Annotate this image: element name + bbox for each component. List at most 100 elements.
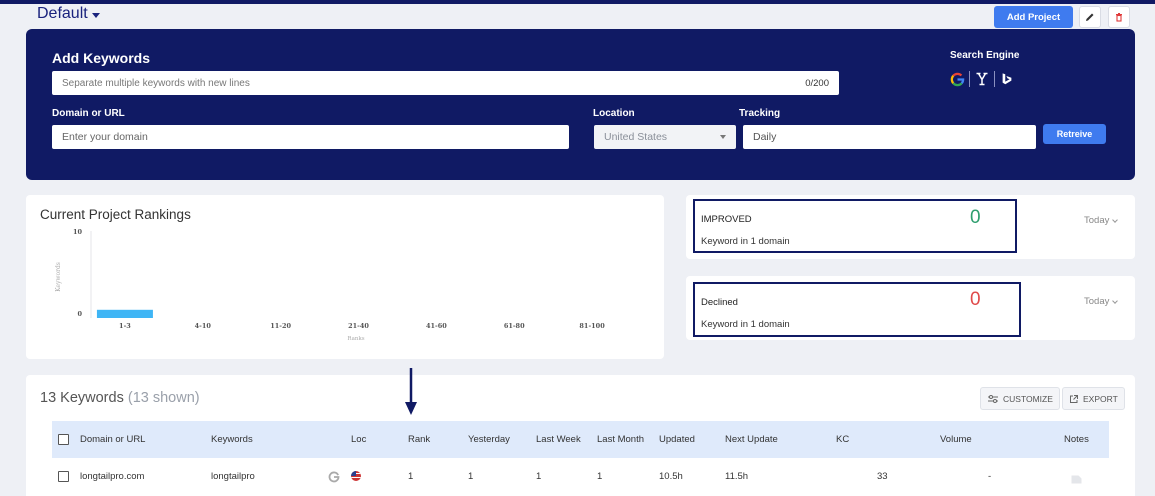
col-volume[interactable]: Volume (940, 434, 972, 445)
y-tick-label: 0 (77, 310, 82, 318)
location-value: United States (604, 131, 668, 143)
domain-label: Domain or URL (52, 108, 125, 119)
row-volume: - (988, 471, 992, 482)
x-tick-label: 11-20 (270, 322, 291, 330)
keywords-count-label: 13 Keywords (40, 390, 124, 406)
col-last-week[interactable]: Last Week (536, 434, 581, 445)
x-tick-label: 4-10 (195, 322, 212, 330)
rankings-chart: 10 0 Keywords 1-3 4-10 11-20 21-40 41-60 61-80 81… (55, 228, 605, 342)
declined-value: 0 (970, 289, 981, 310)
export-button[interactable]: EXPORT (1062, 387, 1125, 410)
chevron-down-icon (720, 135, 726, 139)
col-notes[interactable]: Notes (1064, 434, 1089, 445)
x-axis-label: Ranks (347, 336, 364, 342)
table-header: Domain or URL Keywords Loc Rank Yesterda… (52, 421, 1109, 458)
keywords-counter: 0/200 (805, 77, 829, 89)
y-axis-label: Keywords (55, 262, 62, 292)
google-icon (328, 470, 340, 488)
add-project-button[interactable]: Add Project (994, 6, 1073, 28)
trash-icon (1116, 13, 1122, 22)
bing-icon[interactable] (997, 69, 1017, 89)
x-tick-label: 21-40 (348, 322, 369, 330)
col-rank[interactable]: Rank (408, 434, 430, 445)
row-last-week: 1 (536, 471, 542, 482)
separator (969, 71, 970, 87)
keywords-shown-label: (13 shown) (127, 390, 200, 406)
note-icon[interactable] (1071, 471, 1082, 489)
domain-placeholder: Enter your domain (62, 131, 148, 143)
declined-period-dropdown[interactable]: Today (1084, 296, 1119, 307)
declined-subtitle: Keyword in 1 domain (701, 319, 790, 330)
col-last-month[interactable]: Last Month (597, 434, 644, 445)
location-select[interactable]: United States (594, 125, 736, 149)
x-tick-label: 61-80 (504, 322, 525, 330)
row-keyword[interactable]: longtailpro (211, 471, 255, 482)
declined-period: Today (1084, 296, 1110, 307)
row-next-update: 11.5h (725, 471, 749, 482)
row-last-month: 1 (597, 471, 603, 482)
bar (96, 309, 153, 318)
add-keywords-panel: Add Keywords Separate multiple keywords … (26, 29, 1135, 180)
x-tick-label: 1-3 (119, 322, 131, 330)
row-checkbox[interactable] (58, 471, 69, 482)
keywords-card: 13 Keywords (13 shown) CUSTOMIZE EXPORT … (26, 375, 1135, 496)
improved-period: Today (1084, 215, 1110, 226)
edit-project-button[interactable] (1079, 6, 1101, 28)
export-label: EXPORT (1083, 393, 1118, 404)
chevron-down-icon (91, 13, 100, 18)
location-label: Location (593, 108, 635, 119)
row-domain[interactable]: longtailpro.com (80, 471, 144, 482)
improved-label: IMPROVED (701, 214, 752, 225)
x-tick-label: 81-100 (579, 322, 605, 330)
chevron-down-icon (1112, 216, 1119, 223)
keywords-input[interactable]: Separate multiple keywords with new line… (52, 71, 839, 95)
delete-project-button[interactable] (1108, 6, 1130, 28)
declined-label: Declined (701, 297, 738, 308)
keywords-placeholder: Separate multiple keywords with new line… (62, 77, 250, 89)
x-tick-label: 41-60 (426, 322, 447, 330)
yahoo-icon[interactable] (972, 69, 992, 89)
tracking-value: Daily (753, 131, 777, 143)
search-engine-picker (947, 69, 1017, 89)
improved-value: 0 (970, 207, 981, 228)
add-keywords-title: Add Keywords (52, 50, 151, 66)
col-domain[interactable]: Domain or URL (80, 434, 145, 445)
google-icon[interactable] (947, 69, 967, 89)
us-flag-icon (351, 471, 361, 481)
declined-card: Declined 0 Keyword in 1 domain Today (686, 276, 1135, 340)
table-row: longtailpro.com longtailpro 1 1 1 1 10.5… (52, 461, 1109, 491)
col-loc[interactable]: Loc (351, 434, 366, 445)
domain-input[interactable]: Enter your domain (52, 125, 569, 149)
col-next-update[interactable]: Next Update (725, 434, 778, 445)
top-bar (0, 0, 1155, 4)
pencil-icon (1086, 13, 1094, 21)
improved-subtitle: Keyword in 1 domain (701, 236, 790, 247)
col-updated[interactable]: Updated (659, 434, 695, 445)
improved-period-dropdown[interactable]: Today (1084, 215, 1119, 226)
declined-box: Declined 0 Keyword in 1 domain (693, 282, 1021, 337)
tracking-select[interactable]: Daily (743, 125, 1036, 149)
export-icon (1070, 394, 1078, 403)
chevron-down-icon (1112, 297, 1119, 304)
customize-button[interactable]: CUSTOMIZE (980, 387, 1060, 410)
improved-card: IMPROVED 0 Keyword in 1 domain Today (686, 195, 1135, 259)
row-yesterday: 1 (468, 471, 474, 482)
row-rank: 1 (408, 471, 414, 482)
project-selector[interactable]: Default (37, 5, 100, 23)
tracking-label: Tracking (739, 108, 781, 119)
search-engine-label: Search Engine (950, 50, 1020, 61)
customize-label: CUSTOMIZE (1003, 393, 1053, 404)
arrow-down-icon (405, 368, 417, 415)
improved-box: IMPROVED 0 Keyword in 1 domain (693, 199, 1017, 253)
keywords-count: 13 Keywords (13 shown) (40, 390, 200, 406)
col-yesterday[interactable]: Yesterday (468, 434, 510, 445)
row-updated: 10.5h (659, 471, 683, 482)
retrieve-button[interactable]: Retreive (1043, 124, 1106, 144)
col-kc[interactable]: KC (836, 434, 849, 445)
y-tick-label: 10 (73, 228, 83, 236)
col-keywords[interactable]: Keywords (211, 434, 253, 445)
separator (994, 71, 995, 87)
row-kc: 33 (877, 471, 888, 482)
sliders-icon (988, 394, 998, 403)
select-all-checkbox[interactable] (58, 434, 69, 445)
